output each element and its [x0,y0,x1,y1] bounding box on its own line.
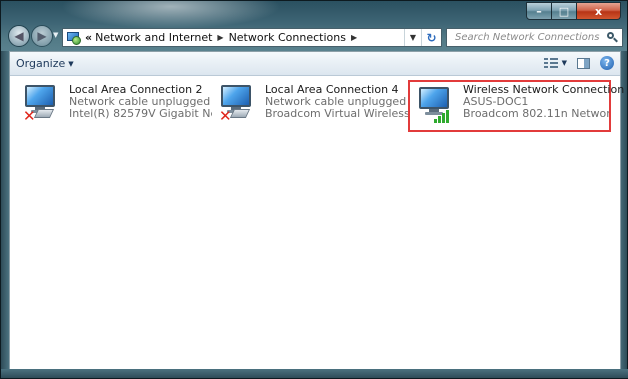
connection-status: ASUS-DOC1 [463,96,529,108]
breadcrumb-network-and-internet[interactable]: Network and Internet [92,31,215,44]
connection-status: Network cable unplugged [69,96,211,108]
breadcrumb-separator-icon[interactable]: ▶ [349,33,359,42]
recent-pages-dropdown-icon[interactable]: ▼ [53,31,58,39]
breadcrumb-overflow[interactable]: « [82,31,92,44]
back-arrow-icon: ◀ [14,29,24,43]
title-glow [61,1,281,29]
connection-status: Network cable unplugged [265,96,407,108]
connection-item-local-area-2[interactable]: ✕ Local Area Connection 2 Network cable … [20,82,212,130]
connection-item-wireless[interactable]: Wireless Network Connection ASUS-DOC1 Br… [408,80,625,132]
maximize-button[interactable]: □ [552,2,577,20]
toolbar-icons: ▼ ? [543,56,614,70]
command-bar: Organize ▼ ▼ ? [10,52,620,76]
organize-label: Organize [16,57,66,70]
window-border-bottom [1,369,628,378]
help-icon[interactable]: ? [600,56,614,70]
signal-bars-icon [434,109,452,123]
connection-adapter: Broadcom 802.11n Network Adap... [463,108,609,120]
window-frame: – □ x ◀ ▶ ▼ « Network and Internet ▶ Net… [0,0,628,379]
forward-arrow-icon: ▶ [37,29,47,43]
minimize-button[interactable]: – [526,2,552,20]
address-dropdown-icon[interactable]: ▼ [404,29,421,46]
breadcrumb-network-connections[interactable]: Network Connections [226,31,349,44]
content-pane: Organize▼ ▼ ? ✕ Local Area Connection 2 [9,51,625,371]
organize-menu-button[interactable]: Organize ▼ [16,57,74,70]
network-folder-icon [66,31,82,45]
red-x-icon: ✕ [219,107,232,125]
connection-name: Wireless Network Connection [463,83,625,96]
search-box[interactable] [446,28,623,47]
search-input[interactable] [453,31,607,44]
preview-pane-icon[interactable] [577,57,590,69]
connection-name: Local Area Connection 4 [265,83,399,96]
wireless-signal-icon [414,84,458,128]
connection-adapter: Broadcom Virtual Wireless Adapter [265,108,408,120]
connection-name: Local Area Connection 2 [69,83,203,96]
view-options-dropdown-icon[interactable]: ▼ [562,59,567,67]
network-disconnected-icon: ✕ [216,82,260,126]
red-x-icon: ✕ [23,107,36,125]
back-button[interactable]: ◀ [8,25,30,47]
connection-adapter: Intel(R) 82579V Gigabit Network C... [69,108,212,120]
change-view-icon[interactable] [543,57,558,69]
network-disconnected-icon: ✕ [20,82,64,126]
close-button[interactable]: x [577,2,621,20]
chevron-down-icon: ▼ [68,60,74,68]
refresh-icon[interactable]: ↻ [421,29,441,46]
window-border-left [1,51,9,373]
breadcrumb-separator-icon[interactable]: ▶ [215,33,225,42]
address-bar[interactable]: « Network and Internet ▶ Network Connect… [62,28,442,47]
forward-button[interactable]: ▶ [31,25,53,47]
search-icon[interactable] [607,32,618,43]
caption-buttons: – □ x [526,2,621,20]
connection-item-local-area-4[interactable]: ✕ Local Area Connection 4 Network cable … [216,82,408,130]
